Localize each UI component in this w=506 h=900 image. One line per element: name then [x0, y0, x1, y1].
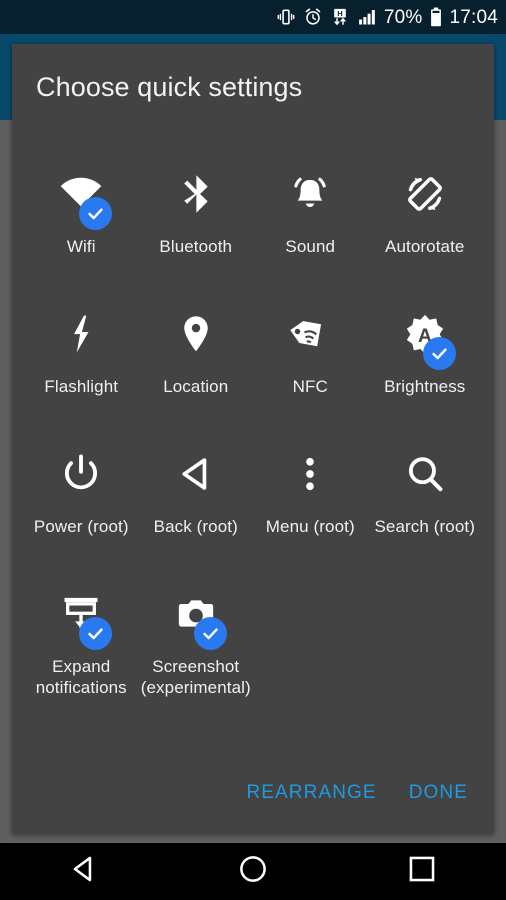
- tile-icon-wrap: [44, 310, 118, 362]
- recents-nav-button[interactable]: [372, 843, 472, 900]
- tile-label: Back (root): [153, 517, 238, 536]
- tile-power-root[interactable]: Power (root): [24, 436, 139, 576]
- quick-settings-grid: Wifi Bluetooth Sound Autorotate Flashlig…: [24, 156, 482, 716]
- tile-label: Location: [163, 377, 229, 396]
- bluetooth-icon: [174, 172, 218, 221]
- tile-location[interactable]: Location: [139, 296, 254, 436]
- tile-label: NFC: [292, 377, 328, 396]
- back-triangle-icon: [174, 452, 218, 501]
- done-button[interactable]: DONE: [393, 772, 484, 814]
- tile-row: Wifi Bluetooth Sound Autorotate: [24, 156, 482, 296]
- battery-icon: [427, 7, 445, 27]
- tile-label: Flashlight: [44, 377, 119, 396]
- home-nav-icon: [236, 852, 270, 891]
- tile-checked-badge: [79, 197, 113, 230]
- battery-percent-label: 70%: [383, 6, 423, 28]
- tile-label: Menu (root): [265, 517, 355, 536]
- tile-menu-root[interactable]: Menu (root): [253, 436, 368, 576]
- tile-empty-slot: [368, 576, 483, 716]
- tile-label: Search (root): [374, 517, 475, 536]
- tile-checked-badge: [422, 337, 456, 370]
- flash-icon: [59, 312, 103, 361]
- tile-icon-wrap: [159, 310, 233, 362]
- hspa-data-icon: H: [330, 7, 350, 27]
- tile-icon-wrap: [273, 170, 347, 222]
- home-nav-button[interactable]: [203, 843, 303, 900]
- tile-row: Expand notifications Screenshot (experim…: [24, 576, 482, 716]
- tile-label: Brightness: [384, 377, 466, 396]
- bell-icon: [288, 172, 332, 221]
- tile-row: Flashlight Location NFC A Brightness: [24, 296, 482, 436]
- choose-quick-settings-dialog: Choose quick settings Wifi Bluetooth Sou…: [12, 44, 494, 834]
- overflow-menu-icon: [288, 452, 332, 501]
- tile-empty-slot: [253, 576, 368, 716]
- vibrate-icon: [276, 7, 296, 27]
- tile-row: Power (root) Back (root) Menu (root) Sea…: [24, 436, 482, 576]
- tile-label: Wifi: [66, 237, 96, 256]
- tile-icon-wrap: [273, 310, 347, 362]
- search-icon: [403, 452, 447, 501]
- tile-icon-wrap: [44, 590, 118, 650]
- tile-autorotate[interactable]: Autorotate: [368, 156, 483, 296]
- back-nav-button[interactable]: [34, 843, 134, 900]
- android-screen: H 70% 17:04 Choose quick settings Wifi B…: [0, 0, 506, 900]
- tile-checked-badge: [193, 617, 227, 650]
- tile-search-root[interactable]: Search (root): [368, 436, 483, 576]
- tile-icon-wrap: [273, 450, 347, 502]
- rearrange-button[interactable]: REARRANGE: [230, 772, 392, 814]
- alarm-icon: [303, 7, 323, 27]
- tile-label: Sound: [285, 237, 336, 256]
- tile-icon-wrap: [44, 170, 118, 230]
- tile-nfc[interactable]: NFC: [253, 296, 368, 436]
- location-pin-icon: [174, 312, 218, 361]
- tile-flashlight[interactable]: Flashlight: [24, 296, 139, 436]
- nfc-tag-icon: [288, 312, 332, 361]
- tile-label: Expand notifications: [35, 657, 127, 697]
- dialog-action-bar: REARRANGE DONE: [230, 772, 484, 814]
- tile-label: Bluetooth: [159, 237, 233, 256]
- tile-back-root[interactable]: Back (root): [139, 436, 254, 576]
- tile-label: Autorotate: [385, 237, 465, 256]
- tile-bluetooth[interactable]: Bluetooth: [139, 156, 254, 296]
- tile-icon-wrap: [159, 450, 233, 502]
- tile-label: Screenshot (experimental): [140, 657, 251, 697]
- tile-icon-wrap: [388, 450, 462, 502]
- signal-bars-icon: [357, 7, 377, 27]
- tile-icon-wrap: [159, 590, 233, 650]
- recents-nav-icon: [405, 852, 439, 891]
- tile-icon-wrap: [44, 450, 118, 502]
- screen-rotation-icon: [403, 172, 447, 221]
- tile-label: Power (root): [33, 517, 129, 536]
- tile-sound[interactable]: Sound: [253, 156, 368, 296]
- svg-text:H: H: [337, 9, 342, 18]
- tile-icon-wrap: A: [388, 310, 462, 370]
- tile-screenshot[interactable]: Screenshot (experimental): [139, 576, 254, 716]
- clock-label: 17:04: [449, 6, 498, 28]
- tile-expand-notifications[interactable]: Expand notifications: [24, 576, 139, 716]
- dialog-title: Choose quick settings: [36, 72, 303, 102]
- tile-icon-wrap: [388, 170, 462, 222]
- tile-brightness[interactable]: A Brightness: [368, 296, 483, 436]
- system-navigation-bar: [0, 843, 506, 900]
- tile-wifi[interactable]: Wifi: [24, 156, 139, 296]
- status-bar: H 70% 17:04: [0, 0, 506, 34]
- tile-checked-badge: [79, 617, 113, 650]
- back-nav-icon: [67, 852, 101, 891]
- power-icon: [59, 452, 103, 501]
- tile-icon-wrap: [159, 170, 233, 222]
